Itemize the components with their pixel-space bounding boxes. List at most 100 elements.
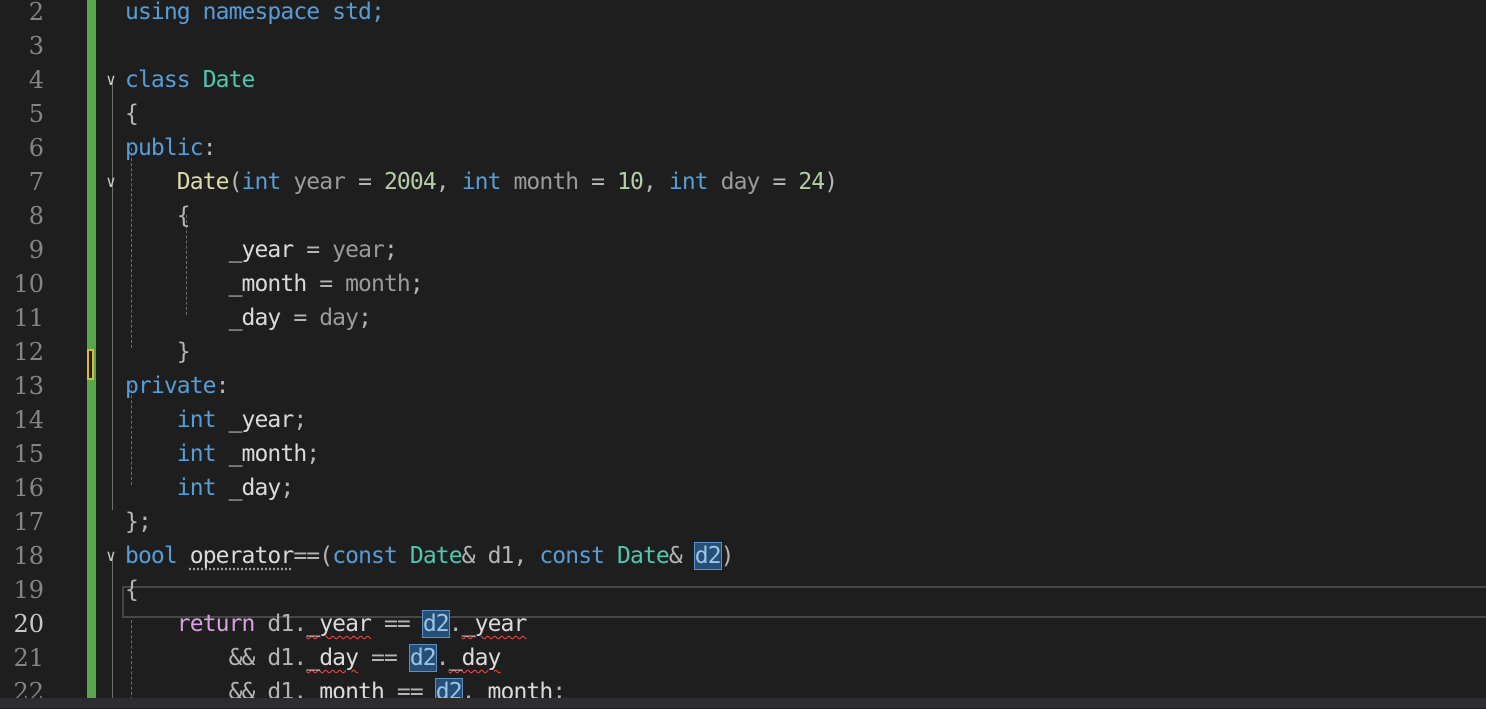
code-text: { [125,199,191,233]
code-line[interactable]: 19 { [0,573,1486,607]
code-token: month [345,271,411,297]
code-text: && d1._day == d2._day [125,641,501,675]
code-line[interactable]: 10 _month = month; [0,267,1486,301]
code-token: == [371,611,423,637]
code-token: ( [228,169,243,195]
code-text: }; [125,505,152,539]
code-line[interactable]: 7 ∨ Date(int year = 2004, int month = 10,… [0,165,1486,199]
fold-chevron-icon[interactable]: ∨ [102,173,120,191]
code-token: & [668,543,695,569]
code-token: 2004 [383,169,437,195]
code-text: int _year; [125,403,307,437]
code-line[interactable]: 20 return d1._year == d2._year [0,607,1486,641]
code-line[interactable]: 4 ∨ class Date [0,63,1486,97]
code-line[interactable]: 14 int _year; [0,403,1486,437]
code-token: Date [176,169,230,195]
code-text: private: [125,369,229,403]
code-token: { [125,577,139,603]
code-token: int [176,441,217,467]
code-line[interactable]: 6 public: [0,131,1486,165]
code-token: month [500,169,579,195]
code-line[interactable]: 12 } [0,335,1486,369]
highlighted-reference: d2 [693,542,722,570]
line-number: 18 [13,542,44,570]
code-token: Date [202,67,256,93]
code-token: d1. [254,611,307,637]
code-token: = [578,169,618,195]
code-token: . [435,645,450,671]
code-token: bool [125,543,190,569]
code-editor[interactable]: 2 using namespace std; 3 4 ∨ class Date 5{6 pub… [0,0,1486,709]
line-number: 5 [28,100,44,128]
code-text: int _day; [125,471,294,505]
code-token: }; [125,509,152,535]
code-token: = [280,305,320,331]
code-token: == [358,645,410,671]
code-token: Date [409,543,463,569]
code-line[interactable]: 11 _day = day; [0,301,1486,335]
code-token: _day [228,305,282,331]
code-line[interactable]: 2 using namespace std; [0,0,1486,29]
code-token: int [461,169,502,195]
code-token: = [293,237,333,263]
code-token: _year [306,611,372,637]
code-token: : [215,373,230,399]
code-token: ; [306,441,320,467]
line-number: 11 [13,304,44,332]
code-token: && d1. [228,645,308,671]
code-line[interactable]: 9 _year = year; [0,233,1486,267]
code-token: _year [215,407,295,433]
code-token: } [176,339,191,365]
code-line[interactable]: 8 { [0,199,1486,233]
line-number: 17 [13,508,44,536]
code-line[interactable]: 15 int _month; [0,437,1486,471]
code-token: ; [358,305,372,331]
code-text: } [125,335,191,369]
code-token: Date [617,543,670,569]
line-number: 15 [13,440,44,468]
code-text: _year = year; [125,233,398,267]
code-token: const [332,543,410,569]
code-text: Date(int year = 2004, int month = 10, in… [125,165,838,199]
code-token: int [176,475,217,501]
code-text: { [125,97,139,131]
code-token: { [176,203,191,229]
code-token: , [642,169,669,195]
code-token: const [539,543,618,569]
line-number: 10 [13,270,44,298]
code-token: . [448,611,463,637]
code-token: _day [306,645,359,671]
code-token: _day [448,645,502,671]
code-text: int _month; [125,437,320,471]
line-number: 13 [13,372,44,400]
code-line[interactable]: 3 [0,29,1486,63]
code-token: int [668,169,709,195]
fold-chevron-icon[interactable]: ∨ [102,71,120,89]
line-number: 6 [28,134,44,162]
code-line[interactable]: 13 private: [0,369,1486,403]
code-line[interactable]: 18 ∨ bool operator==(const Date& d1, const… [0,539,1486,573]
code-token: int [176,407,217,433]
code-text: using namespace std; [125,0,385,29]
code-line[interactable]: 17}; [0,505,1486,539]
fold-chevron-icon[interactable]: ∨ [102,547,120,565]
code-token: ) [720,543,735,569]
code-text: _day = day; [125,301,372,335]
code-line[interactable]: 5{ [0,97,1486,131]
code-token: using namespace std; [125,0,385,25]
line-number: 20 [13,610,44,638]
code-token: private [125,373,217,399]
line-number: 2 [28,0,44,26]
code-token: ) [824,169,838,195]
code-line[interactable]: 16 int _day; [0,471,1486,505]
code-token: _month [228,271,308,297]
code-line[interactable]: 21 && d1._day == d2._day [0,641,1486,675]
